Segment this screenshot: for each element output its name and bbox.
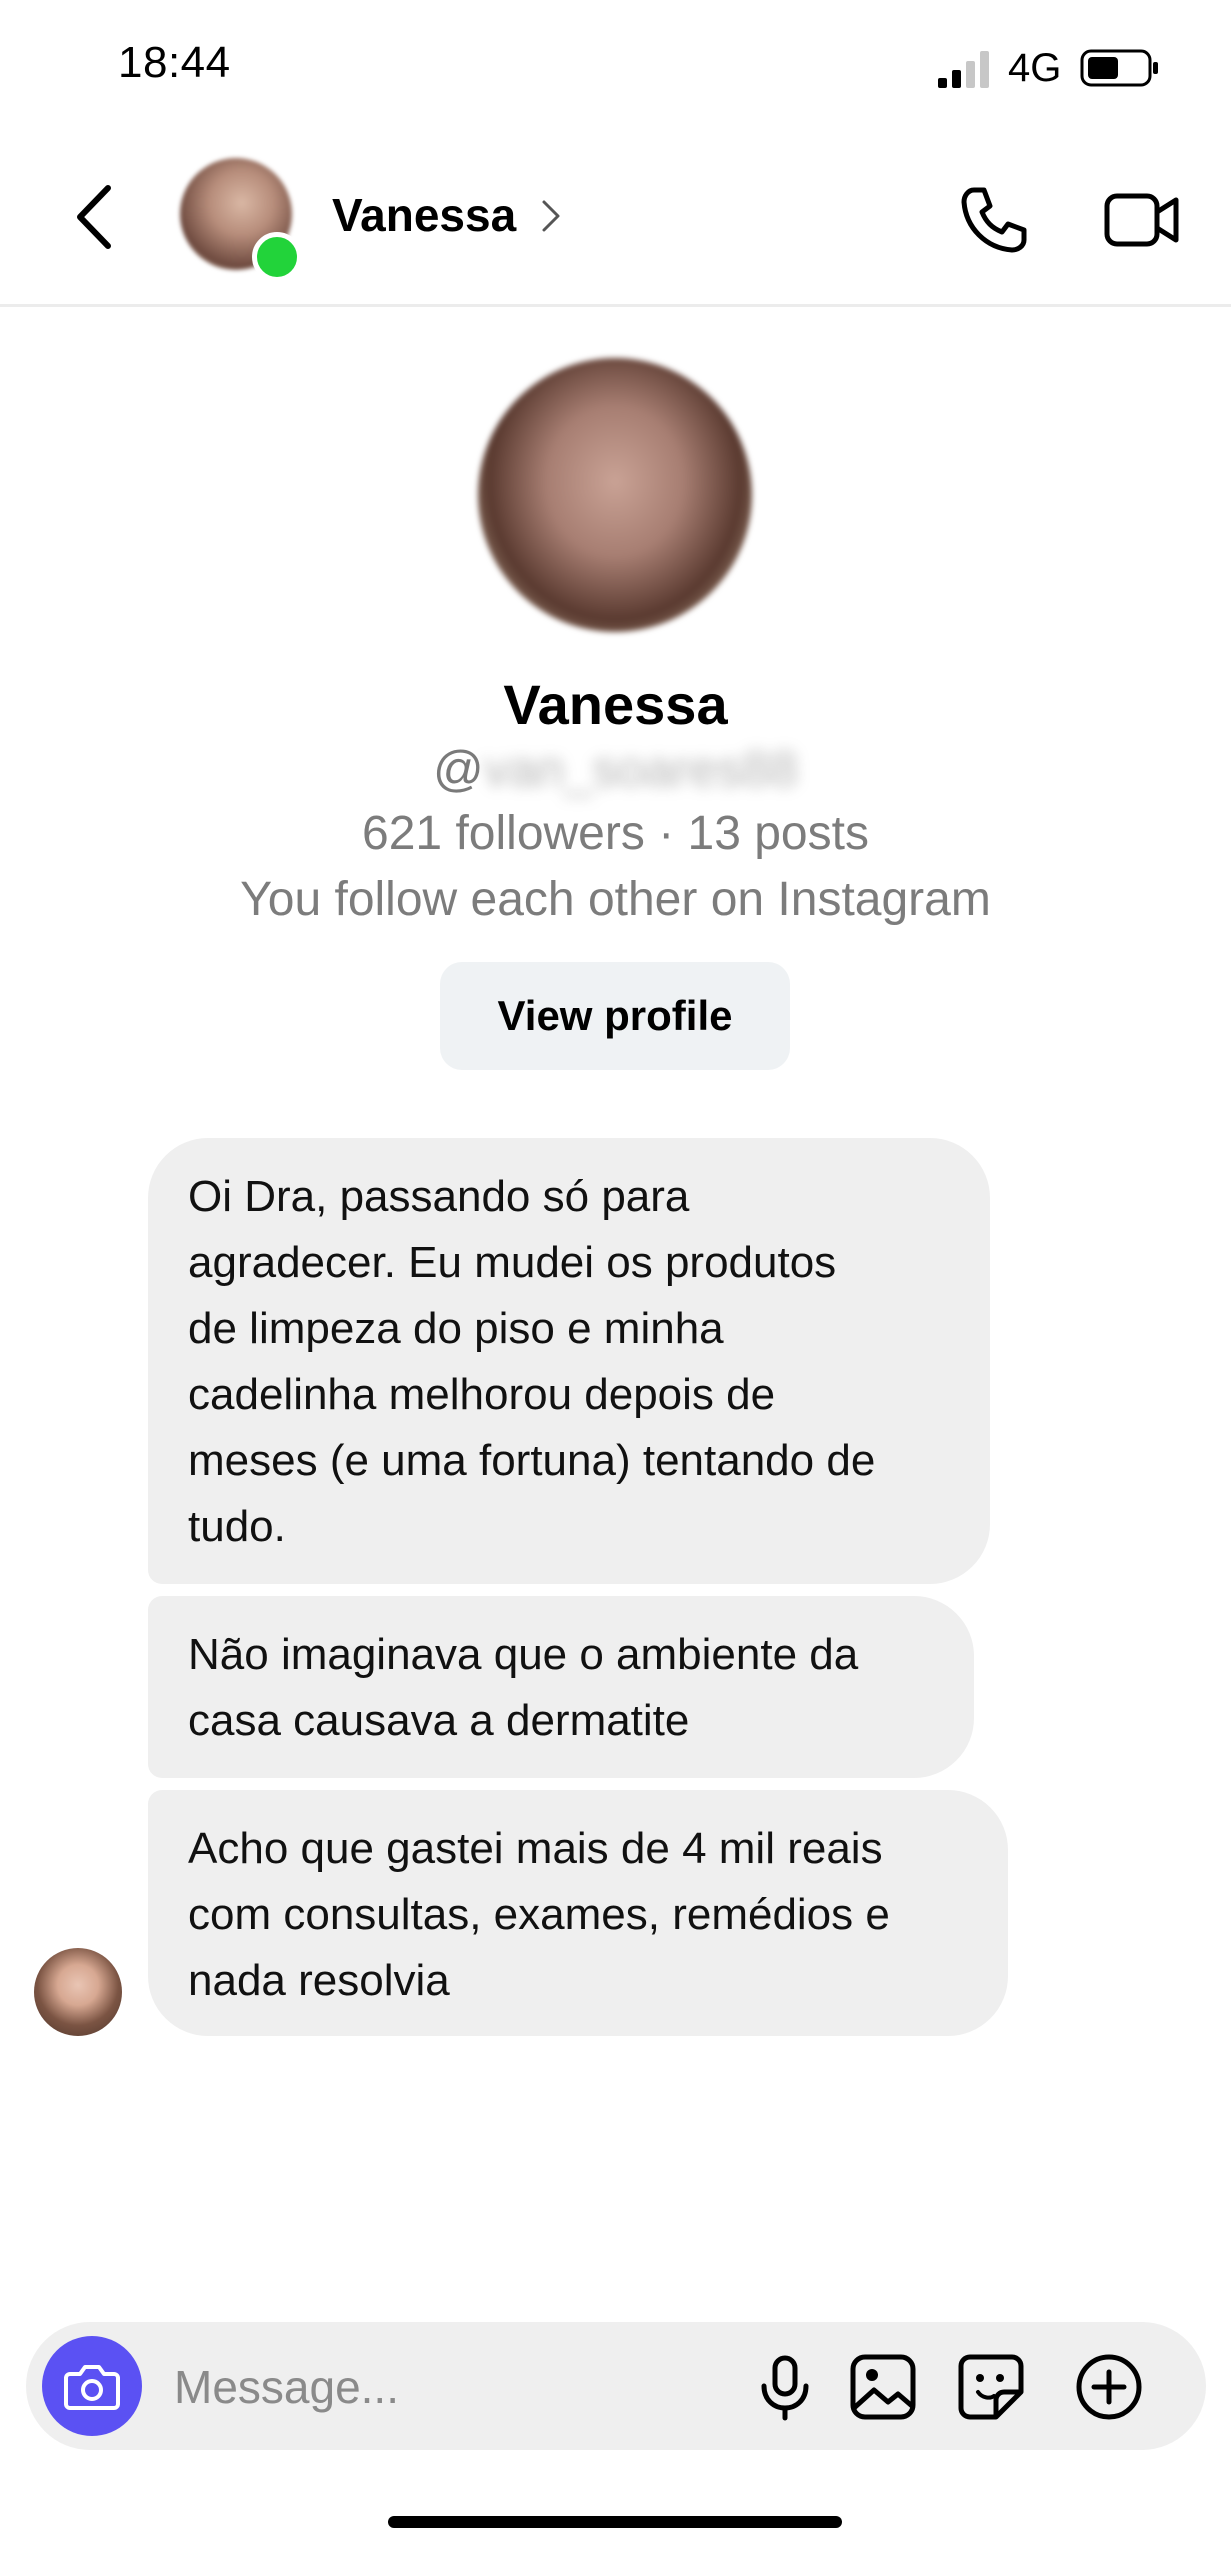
profile-avatar[interactable]	[478, 358, 752, 632]
message-input[interactable]	[172, 2352, 736, 2422]
camera-icon	[64, 2365, 120, 2410]
profile-handle: @van_soares88	[0, 740, 1231, 798]
network-label: 4G	[1008, 46, 1062, 90]
video-camera-icon[interactable]	[1104, 190, 1180, 250]
handle-prefix: @	[433, 741, 484, 797]
home-indicator[interactable]	[388, 2516, 842, 2528]
camera-button[interactable]	[42, 2336, 142, 2436]
message-text: Oi Dra, passando só para agradecer. Eu m…	[188, 1172, 876, 1551]
plus-icon[interactable]	[1074, 2352, 1144, 2422]
status-bar: 18:44 4G	[0, 0, 1231, 120]
phone-icon[interactable]	[958, 184, 1030, 256]
chat-header: Vanessa	[0, 120, 1231, 307]
message-composer	[26, 2322, 1206, 2450]
header-contact-name[interactable]: Vanessa	[332, 188, 516, 242]
message-text: Não imaginava que o ambiente da casa cau…	[188, 1630, 859, 1745]
online-status-dot	[252, 232, 302, 282]
sender-avatar[interactable]	[34, 1948, 122, 2036]
handle-blurred: van_soares88	[483, 741, 798, 797]
battery-icon	[1080, 49, 1158, 87]
message-bubble[interactable]: Oi Dra, passando só para agradecer. Eu m…	[148, 1138, 990, 1584]
profile-name: Vanessa	[503, 673, 728, 736]
back-icon[interactable]	[70, 182, 120, 252]
signal-icon	[938, 51, 989, 88]
chevron-right-icon[interactable]	[540, 198, 562, 234]
gallery-icon[interactable]	[848, 2352, 918, 2422]
message-bubble[interactable]: Não imaginava que o ambiente da casa cau…	[148, 1596, 974, 1778]
sticker-icon[interactable]	[956, 2352, 1026, 2422]
message-text: Acho que gastei mais de 4 mil reais com …	[188, 1824, 890, 2005]
microphone-icon[interactable]	[750, 2352, 820, 2422]
status-time: 18:44	[118, 38, 231, 87]
mutual-follow-note: You follow each other on Instagram	[240, 873, 991, 926]
view-profile-button[interactable]: View profile	[440, 962, 790, 1070]
profile-stats: 621 followers · 13 posts	[362, 807, 869, 860]
message-bubble[interactable]: Acho que gastei mais de 4 mil reais com …	[148, 1790, 1008, 2036]
